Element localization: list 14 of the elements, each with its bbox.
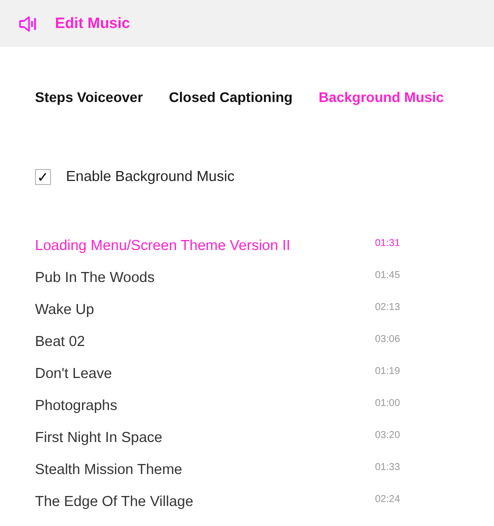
checkbox[interactable]: ✓ (35, 169, 51, 185)
speaker-icon[interactable] (19, 16, 37, 32)
track-row[interactable]: First Night In Space 03:20 (35, 422, 494, 454)
track-row[interactable]: Wake Up 02:13 (35, 294, 494, 326)
page-title: Edit Music (55, 15, 130, 32)
track-row[interactable]: Stealth Mission Theme 01:33 (35, 454, 494, 486)
track-row[interactable]: Photographs 01:00 (35, 390, 494, 422)
track-row[interactable]: Beat 02 03:06 (35, 326, 494, 358)
track-row[interactable]: Pub In The Woods 01:45 (35, 262, 494, 294)
track-row[interactable]: Don't Leave 01:19 (35, 358, 494, 390)
tab[interactable]: Closed Captioning (162, 89, 299, 105)
tab[interactable]: Steps Voiceover (29, 89, 149, 105)
track-row[interactable]: The Edge Of The Village 02:24 (35, 486, 494, 518)
checkbox-label: Enable Background Music (66, 169, 234, 185)
